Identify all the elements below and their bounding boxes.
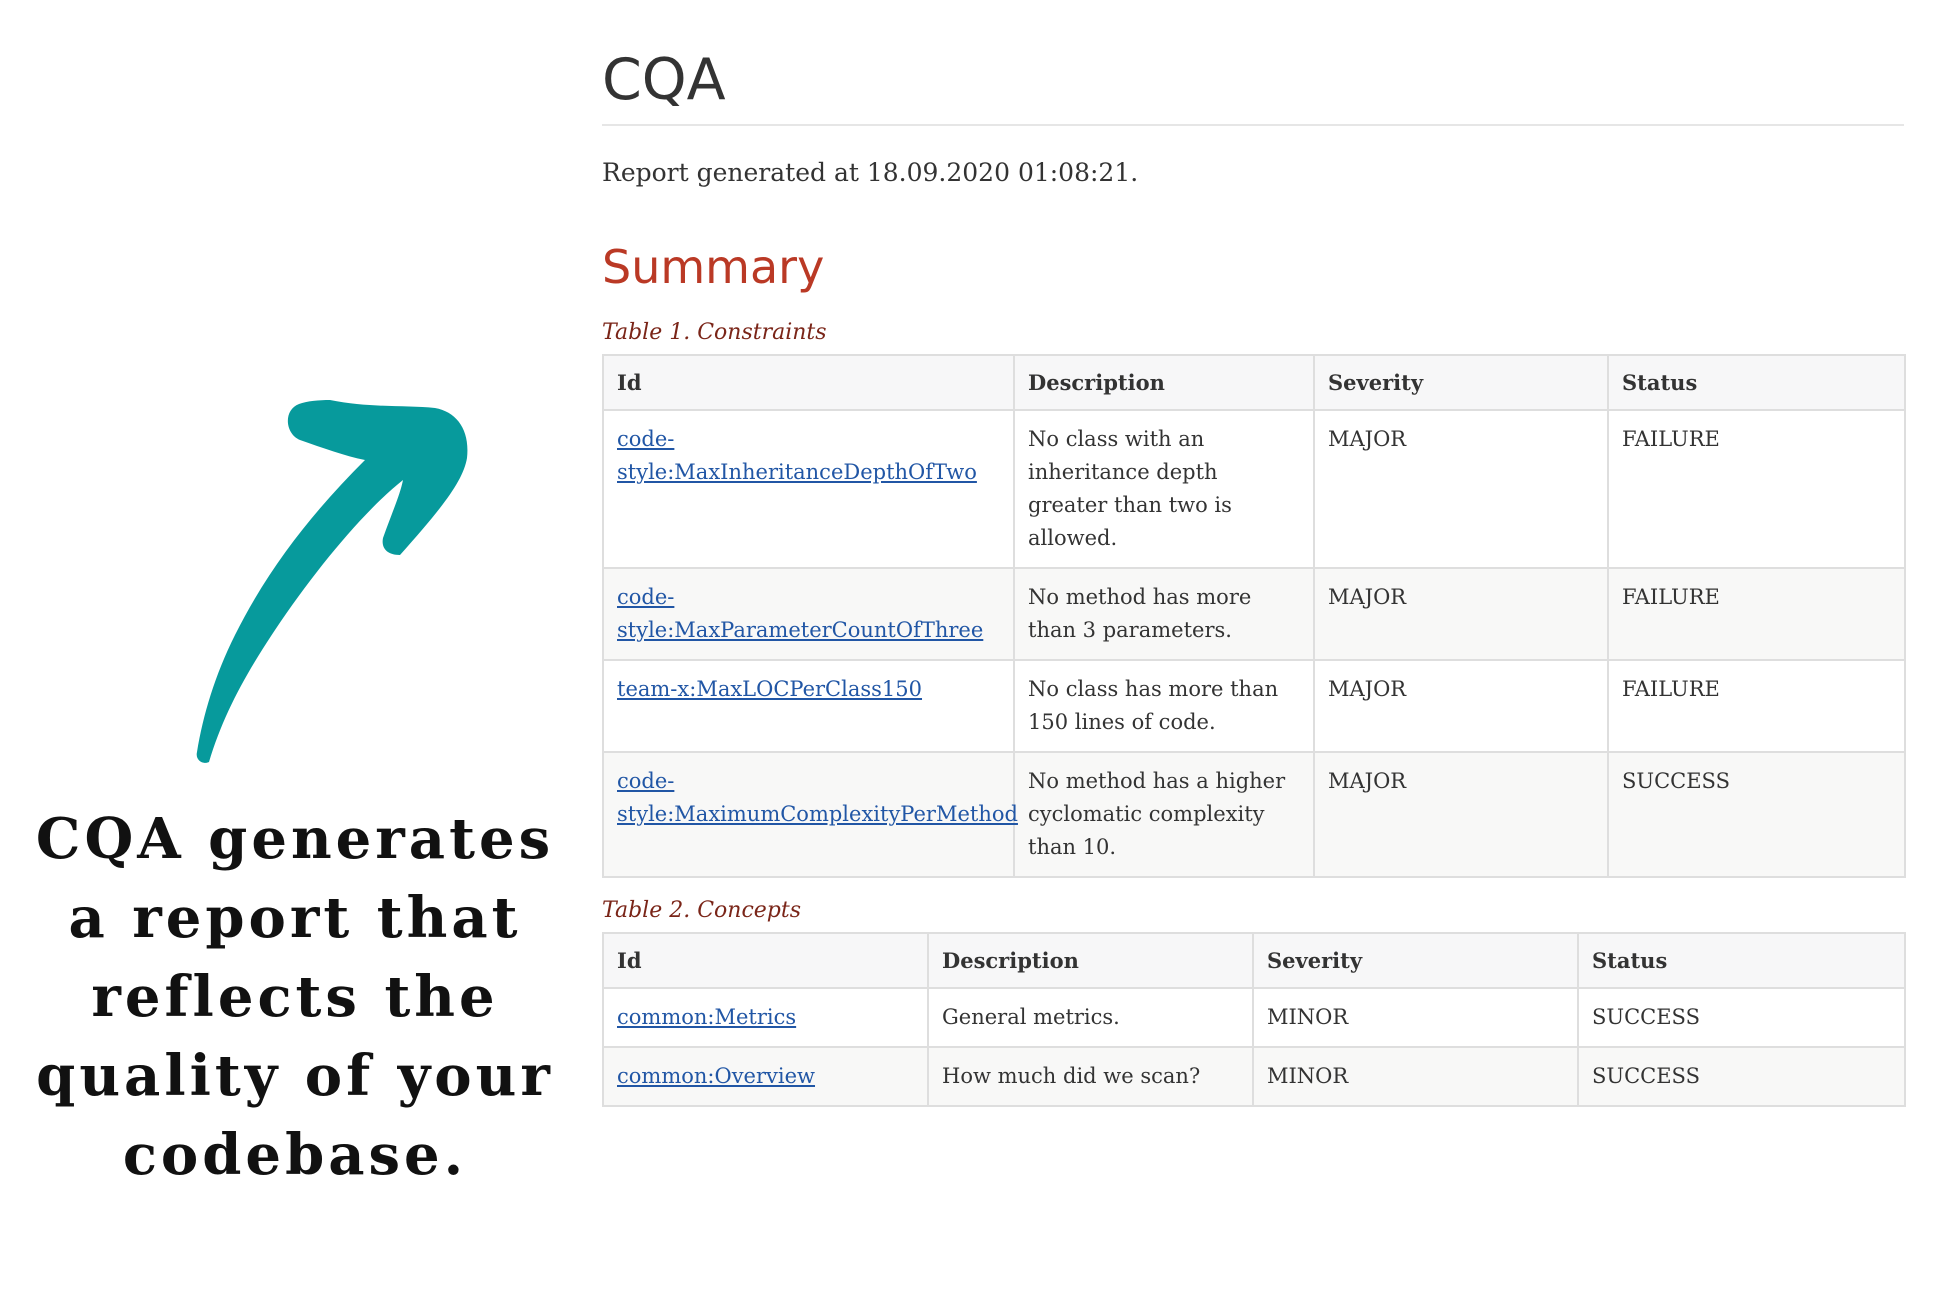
cell-severity: MAJOR bbox=[1313, 409, 1609, 569]
concepts-table: Id Description Severity Status common:Me… bbox=[602, 932, 1906, 1107]
status-value: FAILURE bbox=[1607, 409, 1906, 569]
report-document: CQA Report generated at 18.09.2020 01:08… bbox=[602, 0, 1906, 1107]
column-header-status: Status bbox=[1577, 932, 1906, 989]
status-value: FAILURE bbox=[1607, 567, 1906, 661]
cell-severity: MAJOR bbox=[1313, 659, 1609, 753]
table-header-row: Id Description Severity Status bbox=[602, 354, 1906, 411]
page-title: CQA bbox=[602, 0, 1904, 126]
column-header-status: Status bbox=[1607, 354, 1906, 411]
table-row: code-style:MaximumComplexityPerMethod No… bbox=[602, 751, 1906, 878]
promo-caption: CQA generates a report that reflects the… bbox=[30, 800, 560, 1195]
constraint-link[interactable]: code-style:MaximumComplexityPerMethod bbox=[617, 769, 1018, 826]
promo-caption-line: quality of your bbox=[36, 1043, 554, 1109]
curved-arrow-icon bbox=[196, 400, 468, 763]
promo-caption-line: reflects the bbox=[91, 964, 499, 1030]
column-header-description: Description bbox=[1013, 354, 1315, 411]
promo-caption-line: a report that bbox=[68, 885, 522, 951]
table-row: team-x:MaxLOCPerClass150 No class has mo… bbox=[602, 659, 1906, 753]
table-row: code-style:MaxInheritanceDepthOfTwo No c… bbox=[602, 409, 1906, 569]
constraint-link[interactable]: team-x:MaxLOCPerClass150 bbox=[617, 677, 922, 701]
concepts-table-caption: Table 2. Concepts bbox=[602, 898, 801, 923]
status-value: SUCCESS bbox=[1577, 987, 1906, 1048]
table-row: code-style:MaxParameterCountOfThree No m… bbox=[602, 567, 1906, 661]
constraints-table-caption: Table 1. Constraints bbox=[602, 320, 827, 345]
cell-description: No method has more than 3 parameters. bbox=[1013, 567, 1315, 661]
table-row: common:Metrics General metrics. MINOR SU… bbox=[602, 987, 1906, 1048]
cell-id: code-style:MaxParameterCountOfThree bbox=[602, 567, 1015, 661]
cell-id: common:Overview bbox=[602, 1046, 929, 1107]
constraint-link[interactable]: code-style:MaxParameterCountOfThree bbox=[617, 585, 983, 642]
report-generated-timestamp: Report generated at 18.09.2020 01:08:21. bbox=[602, 158, 1139, 187]
status-value: SUCCESS bbox=[1577, 1046, 1906, 1107]
cell-description: No method has a higher cyclomatic comple… bbox=[1013, 751, 1315, 878]
status-value: FAILURE bbox=[1607, 659, 1906, 753]
cell-id: code-style:MaximumComplexityPerMethod bbox=[602, 751, 1018, 878]
constraints-table: Id Description Severity Status code-styl… bbox=[602, 354, 1906, 878]
column-header-severity: Severity bbox=[1313, 354, 1609, 411]
cell-description: No class has more than 150 lines of code… bbox=[1013, 659, 1315, 753]
column-header-severity: Severity bbox=[1252, 932, 1579, 989]
promo-caption-line: CQA generates bbox=[35, 806, 555, 872]
cell-description: General metrics. bbox=[927, 987, 1254, 1048]
cell-severity: MAJOR bbox=[1313, 751, 1609, 878]
concept-link[interactable]: common:Overview bbox=[617, 1064, 815, 1088]
column-header-id: Id bbox=[602, 354, 1015, 411]
column-header-description: Description bbox=[927, 932, 1254, 989]
status-value: SUCCESS bbox=[1607, 751, 1906, 878]
cell-id: common:Metrics bbox=[602, 987, 929, 1048]
cell-id: team-x:MaxLOCPerClass150 bbox=[602, 659, 1015, 753]
cell-description: No class with an inheritance depth great… bbox=[1013, 409, 1315, 569]
cell-severity: MINOR bbox=[1252, 1046, 1579, 1107]
table-row: common:Overview How much did we scan? MI… bbox=[602, 1046, 1906, 1107]
cell-description: How much did we scan? bbox=[927, 1046, 1254, 1107]
cell-severity: MAJOR bbox=[1313, 567, 1609, 661]
summary-heading: Summary bbox=[602, 240, 825, 294]
cell-id: code-style:MaxInheritanceDepthOfTwo bbox=[602, 409, 1015, 569]
column-header-id: Id bbox=[602, 932, 929, 989]
promo-caption-line: codebase. bbox=[122, 1122, 468, 1188]
table-header-row: Id Description Severity Status bbox=[602, 932, 1906, 989]
cell-severity: MINOR bbox=[1252, 987, 1579, 1048]
concept-link[interactable]: common:Metrics bbox=[617, 1005, 796, 1029]
constraint-link[interactable]: code-style:MaxInheritanceDepthOfTwo bbox=[617, 427, 977, 484]
